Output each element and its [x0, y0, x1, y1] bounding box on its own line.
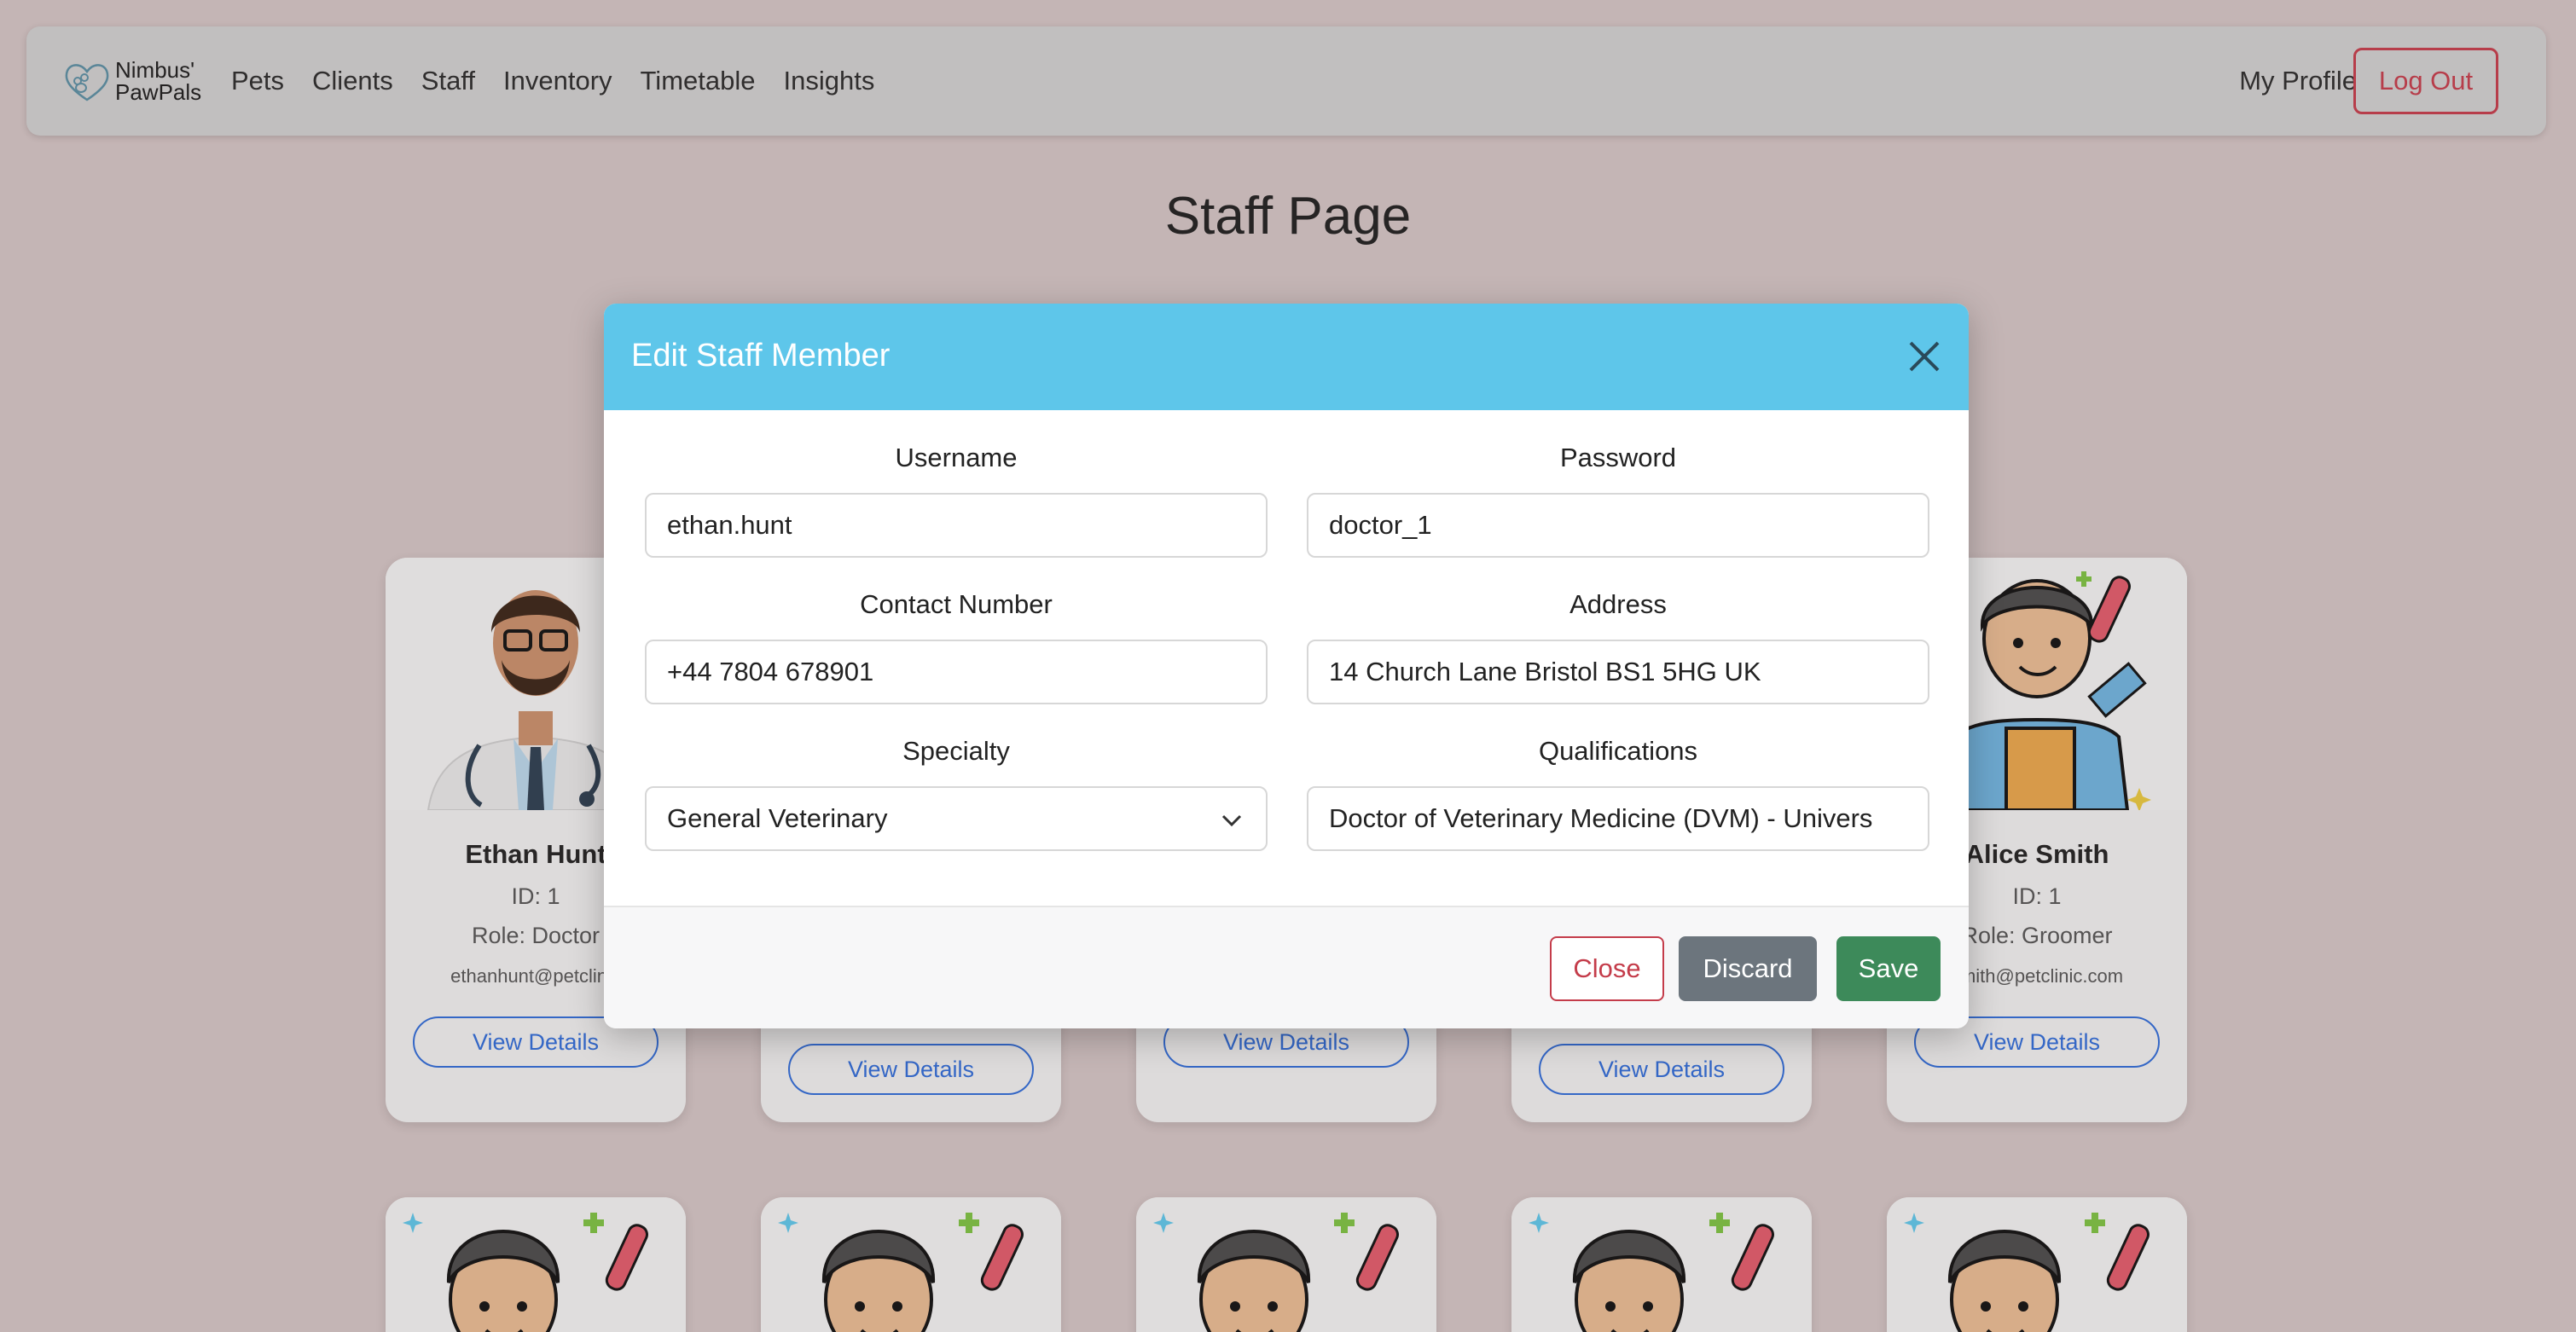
chevron-down-icon — [1221, 814, 1242, 827]
modal-header: Edit Staff Member — [604, 304, 1969, 410]
username-label: Username — [895, 443, 1018, 472]
username-input[interactable]: ethan.hunt — [645, 493, 1268, 558]
specialty-selected-value: General Veterinary — [667, 803, 888, 833]
password-input[interactable]: doctor_1 — [1307, 493, 1929, 558]
discard-button[interactable]: Discard — [1679, 936, 1817, 1001]
qualifications-input[interactable]: Doctor of Veterinary Medicine (DVM) - Un… — [1307, 786, 1929, 851]
modal-footer: Close Discard Save — [604, 906, 1969, 1028]
address-input[interactable]: 14 Church Lane Bristol BS1 5HG UK — [1307, 640, 1929, 704]
contact-number-input[interactable]: +44 7804 678901 — [645, 640, 1268, 704]
close-button[interactable]: Close — [1550, 936, 1664, 1001]
save-button[interactable]: Save — [1836, 936, 1941, 1001]
edit-staff-modal: Edit Staff Member Username ethan.hunt Pa… — [604, 304, 1969, 1028]
password-label: Password — [1559, 443, 1677, 472]
address-label: Address — [1569, 589, 1667, 619]
modal-title: Edit Staff Member — [631, 338, 891, 374]
specialty-select[interactable]: General Veterinary — [645, 786, 1268, 851]
contact-number-label: Contact Number — [860, 589, 1053, 619]
specialty-label: Specialty — [902, 736, 1010, 766]
close-icon[interactable] — [1902, 334, 1947, 379]
qualifications-label: Qualifications — [1538, 736, 1698, 766]
